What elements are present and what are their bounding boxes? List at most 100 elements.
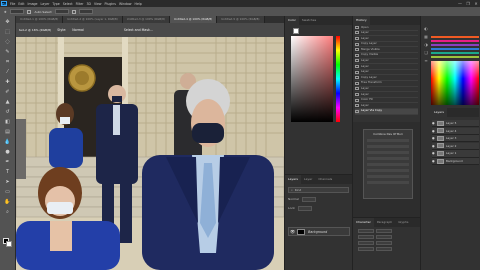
menu-layer[interactable]: Layer [41, 2, 50, 6]
history-brush-tool-button[interactable]: ↺ [3, 107, 13, 116]
zoom-tool-button[interactable]: ⌕ [3, 207, 13, 216]
move-tool-button[interactable]: ✥ [3, 17, 13, 26]
tab-layers[interactable]: Layers [285, 175, 301, 184]
layer-row[interactable]: ● Layer 4 [432, 127, 479, 135]
show-transform-checkbox[interactable] [71, 9, 76, 14]
menu-plugins[interactable]: Plugins [105, 2, 116, 6]
pen-tool-button[interactable]: ✒ [3, 157, 13, 166]
font-size-field[interactable] [358, 235, 374, 239]
adjustments-icon[interactable]: ◑ [422, 42, 430, 50]
dodge-tool-button[interactable]: ● [3, 147, 13, 156]
tab-character[interactable]: Character [353, 218, 374, 227]
tab-channels[interactable]: Channels [315, 175, 335, 184]
layer-row[interactable]: ● Layer 2 [432, 142, 479, 150]
dialog-field[interactable] [367, 181, 409, 184]
eye-icon[interactable]: ● [432, 136, 436, 140]
leading-field[interactable] [376, 235, 392, 239]
select-and-mask-button[interactable]: Select and Mask... [124, 28, 153, 32]
tracking-field[interactable] [376, 241, 392, 245]
color-picker-field[interactable] [291, 36, 333, 122]
crop-tool-button[interactable]: ⌗ [3, 57, 13, 66]
hue-slider[interactable] [336, 36, 340, 122]
layers-icon[interactable]: ❏ [422, 50, 430, 58]
tab-glyphs[interactable]: Glyphs [395, 218, 411, 227]
background-color-swatch[interactable] [6, 241, 12, 247]
vertical-scale-field[interactable] [358, 247, 374, 251]
blend-mode-dropdown[interactable]: Normal [288, 197, 299, 201]
opacity-field[interactable] [301, 196, 316, 202]
move-tool-icon[interactable]: ✥ [4, 10, 7, 14]
shape-tool-button[interactable]: ▭ [3, 187, 13, 196]
dialog-field[interactable] [367, 175, 409, 178]
menu-file[interactable]: File [10, 2, 15, 6]
brush-tool-button[interactable]: ✐ [3, 87, 13, 96]
blur-tool-button[interactable]: 💧 [3, 137, 13, 146]
menu-image[interactable]: Image [28, 2, 38, 6]
font-style-dropdown[interactable] [376, 229, 392, 233]
dialog-field[interactable] [367, 145, 409, 148]
tab-right-layers[interactable]: Layers [431, 108, 447, 117]
auto-select-checkbox[interactable] [26, 9, 31, 14]
tab-color[interactable]: Color [285, 16, 299, 25]
dialog-field[interactable] [367, 139, 409, 142]
marquee-tool-button[interactable]: ⬚ [3, 27, 13, 36]
menu-window[interactable]: Window [119, 2, 132, 6]
tab-layer[interactable]: Layer [301, 175, 315, 184]
eye-icon[interactable]: ● [432, 151, 436, 155]
document-canvas[interactable] [16, 23, 284, 270]
style-dropdown[interactable]: Normal [72, 28, 84, 32]
close-button[interactable]: ✕ [472, 1, 480, 6]
font-family-dropdown[interactable] [358, 229, 374, 233]
hand-tool-button[interactable]: ✋ [3, 197, 13, 206]
fill-field[interactable] [297, 205, 312, 211]
eye-icon[interactable]: ● [432, 159, 436, 163]
horizontal-scale-field[interactable] [376, 247, 392, 251]
eraser-tool-button[interactable]: ◧ [3, 117, 13, 126]
layer-row[interactable]: ● Layer 5 [432, 120, 479, 128]
layer-row[interactable]: ● Layer 3 [432, 135, 479, 143]
maximize-button[interactable]: ❐ [464, 1, 472, 6]
doc-tab[interactable]: Untitled-2 @ 100% (Layer 1, RGB/8) [63, 16, 123, 23]
swatch-rows[interactable] [431, 32, 479, 62]
dialog-field[interactable] [367, 151, 409, 154]
eye-icon[interactable]: ● [432, 121, 436, 125]
menu-select[interactable]: Select [63, 2, 73, 6]
layer-filter-field[interactable]: ⌕ Kind [288, 187, 349, 193]
tab-swatches[interactable]: Swatches [299, 16, 319, 25]
kerning-field[interactable] [358, 241, 374, 245]
eyedropper-tool-button[interactable]: ⁄ [3, 67, 13, 76]
layer-row[interactable]: ● Layer 1 [432, 150, 479, 158]
swatches-icon[interactable]: ▦ [422, 34, 430, 42]
history-item[interactable]: Layer Via Copy [355, 108, 418, 115]
dialog-field[interactable] [367, 163, 409, 166]
menu-edit[interactable]: Edit [18, 2, 24, 6]
path-select-tool-button[interactable]: ➤ [3, 177, 13, 186]
layer-dropdown[interactable] [54, 9, 69, 14]
doc-tab[interactable]: Untitled-5 @ 100% (RGB/8) [217, 16, 265, 23]
gradient-tool-button[interactable]: ▤ [3, 127, 13, 136]
healing-tool-button[interactable]: ✚ [3, 77, 13, 86]
lasso-tool-button[interactable]: ◌ [3, 37, 13, 46]
eye-icon[interactable]: 👁 [290, 229, 295, 234]
color-panel-icon[interactable]: ◐ [422, 26, 430, 34]
menu-type[interactable]: Type [52, 2, 59, 6]
size-field[interactable] [9, 9, 24, 14]
doc-tab[interactable]: Untitled-1 @ 100% (RGB/8) [16, 16, 64, 23]
color-panel-swatch[interactable] [293, 28, 299, 34]
menu-view[interactable]: View [94, 2, 102, 6]
tab-paragraph[interactable]: Paragraph [374, 218, 395, 227]
eye-icon[interactable]: ● [432, 129, 436, 133]
minimize-button[interactable]: — [456, 1, 464, 6]
quick-select-tool-button[interactable]: ✎ [3, 47, 13, 56]
menu-3d[interactable]: 3D [86, 2, 90, 6]
menu-help[interactable]: Help [135, 2, 142, 6]
channels-icon[interactable]: ≡ [422, 58, 430, 66]
doc-tab-active[interactable]: Untitled-4 @ 100% (RGB/8) [170, 16, 218, 23]
menu-filter[interactable]: Filter [76, 2, 84, 6]
layer-row[interactable]: ● Background [432, 158, 479, 166]
eye-icon[interactable]: ● [432, 144, 436, 148]
layer-row-background[interactable]: 👁 Background [288, 227, 350, 236]
doc-tab[interactable]: Untitled-3 @ 100% (RGB/8) [122, 16, 170, 23]
type-tool-button[interactable]: T [3, 167, 13, 176]
dialog-field[interactable] [367, 169, 409, 172]
